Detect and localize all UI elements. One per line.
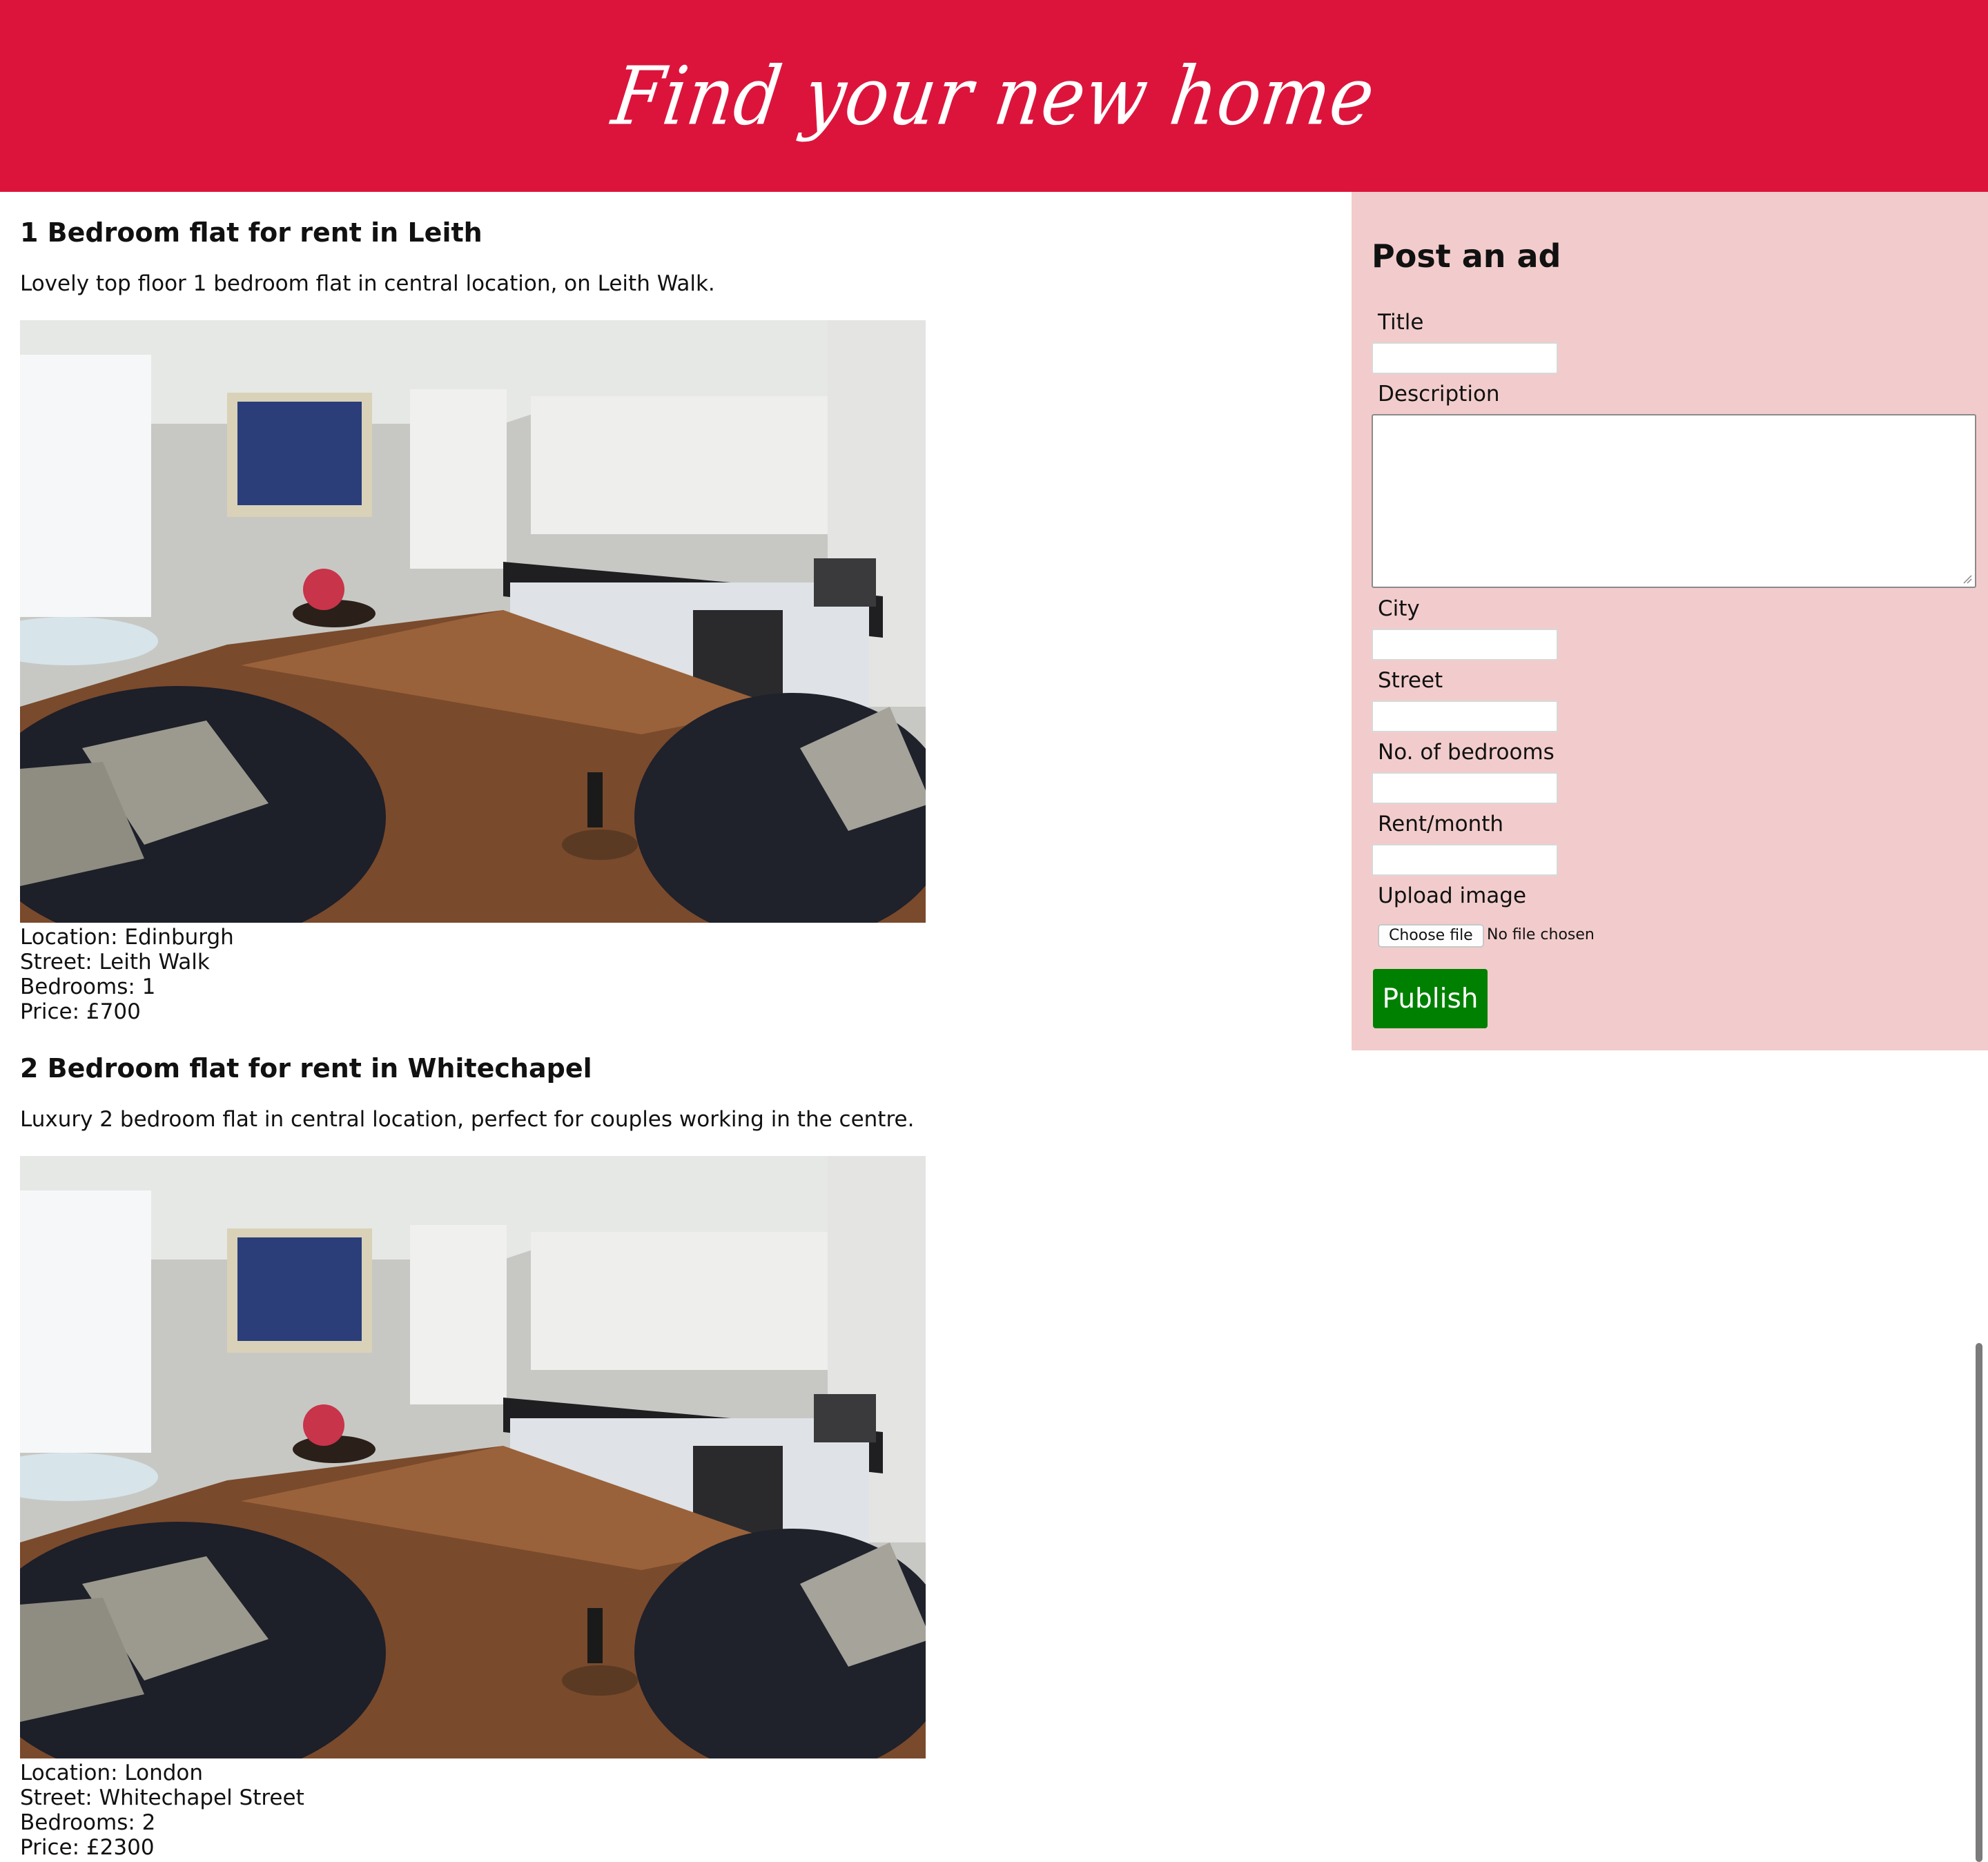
listing-location: Location: London — [20, 1761, 204, 1785]
site-title: Find your new home — [607, 48, 1381, 144]
listing-price: Price: £700 — [20, 999, 141, 1024]
title-label: Title — [1378, 310, 1424, 335]
listing-details: Location: Edinburgh Street: Leith Walk B… — [20, 925, 234, 1024]
listing-title: 2 Bedroom flat for rent in Whitechapel — [20, 1053, 592, 1084]
bedrooms-label: No. of bedrooms — [1378, 740, 1555, 765]
listing-street: Street: Leith Walk — [20, 950, 210, 974]
listing-bedrooms: Bedrooms: 1 — [20, 974, 156, 999]
listing-street: Street: Whitechapel Street — [20, 1785, 304, 1810]
city-input[interactable] — [1372, 629, 1558, 660]
post-ad-heading: Post an ad — [1372, 237, 1561, 275]
city-label: City — [1378, 596, 1420, 621]
description-label: Description — [1378, 382, 1500, 406]
resize-grip-icon[interactable] — [1962, 574, 1972, 584]
choose-file-button[interactable]: Choose file — [1378, 924, 1484, 948]
listing-title: 1 Bedroom flat for rent in Leith — [20, 217, 483, 248]
bedrooms-input[interactable] — [1372, 772, 1558, 804]
listing-photo — [20, 320, 926, 923]
upload-label: Upload image — [1378, 883, 1527, 908]
page-scrollbar[interactable] — [1976, 1343, 1982, 1862]
street-label: Street — [1378, 668, 1443, 693]
listing-location: Location: Edinburgh — [20, 925, 234, 950]
site-header: Find your new home — [0, 0, 1988, 192]
publish-button[interactable]: Publish — [1373, 969, 1488, 1028]
listing-price: Price: £2300 — [20, 1835, 155, 1860]
listing-description: Luxury 2 bedroom flat in central locatio… — [20, 1107, 915, 1132]
listing-bedrooms: Bedrooms: 2 — [20, 1810, 156, 1835]
listing-details: Location: London Street: Whitechapel Str… — [20, 1761, 304, 1860]
listing-description: Lovely top floor 1 bedroom flat in centr… — [20, 271, 715, 296]
rent-label: Rent/month — [1378, 812, 1504, 836]
file-status-text: No file chosen — [1487, 926, 1595, 943]
street-input[interactable] — [1372, 700, 1558, 732]
rent-input[interactable] — [1372, 844, 1558, 876]
description-textarea[interactable] — [1372, 414, 1976, 588]
post-ad-panel: Post an ad Title Description City Street… — [1352, 192, 1988, 1050]
listing-photo — [20, 1156, 926, 1758]
title-input[interactable] — [1372, 342, 1558, 374]
